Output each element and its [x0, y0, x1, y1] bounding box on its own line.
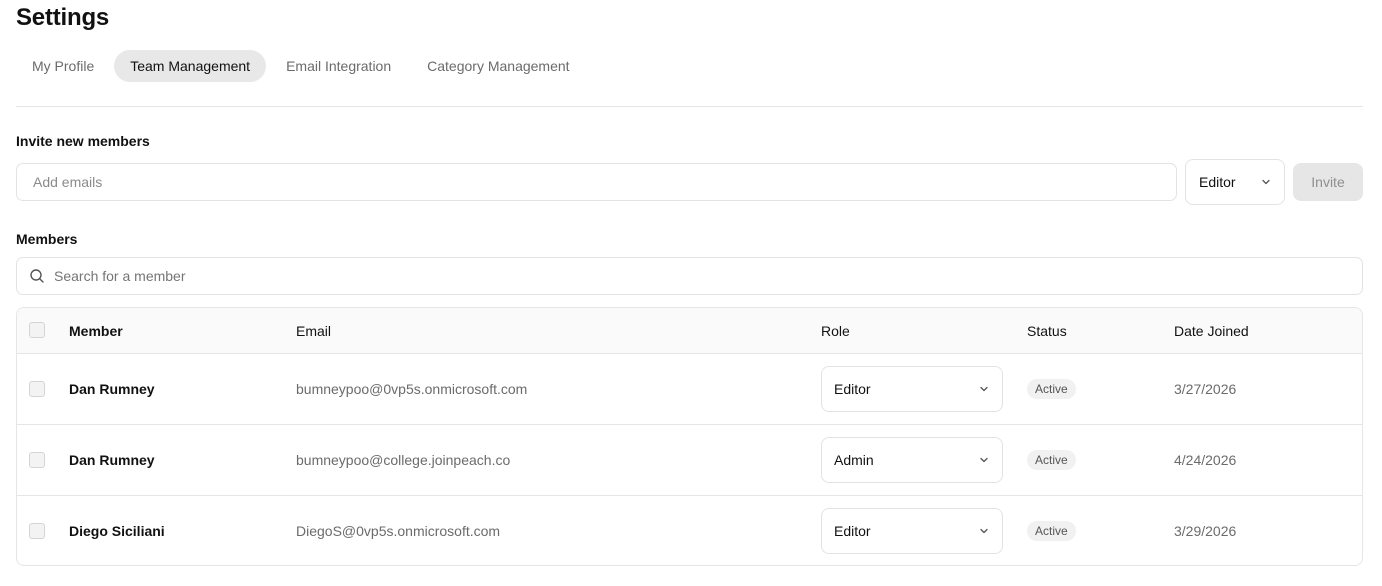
table-row: Dan Rumney bumneypoo@0vp5s.onmicrosoft.c… [17, 354, 1362, 425]
column-header-email[interactable]: Email [296, 308, 331, 353]
tab-team-management[interactable]: Team Management [114, 50, 267, 82]
settings-tabs: My Profile Team Management Email Integra… [16, 50, 586, 82]
tab-my-profile[interactable]: My Profile [16, 50, 110, 82]
status-badge: Active [1027, 379, 1076, 399]
column-header-member[interactable]: Member [69, 308, 123, 353]
member-role-cell: Editor [821, 496, 1003, 565]
search-icon [29, 268, 45, 284]
table-row: Diego Siciliani DiegoS@0vp5s.onmicrosoft… [17, 496, 1362, 565]
chevron-down-icon [1260, 176, 1272, 188]
table-row: Dan Rumney bumneypoo@college.joinpeach.c… [17, 425, 1362, 496]
member-role-select[interactable]: Admin [821, 437, 1003, 483]
member-role-value: Editor [834, 523, 871, 539]
table-header: Member Email Role Status Date Joined [17, 308, 1362, 354]
status-badge: Active [1027, 521, 1076, 541]
row-checkbox[interactable] [29, 452, 45, 468]
tabs-divider [16, 106, 1363, 107]
tab-email-integration[interactable]: Email Integration [270, 50, 407, 82]
member-date-joined: 3/27/2026 [1174, 381, 1237, 397]
invite-button[interactable]: Invite [1293, 163, 1363, 201]
member-role-cell: Admin [821, 425, 1003, 495]
member-status-cell: Active [1027, 354, 1076, 424]
add-emails-input[interactable] [16, 163, 1177, 201]
column-header-status[interactable]: Status [1027, 308, 1067, 353]
invite-role-select[interactable]: Editor [1185, 159, 1285, 205]
member-role-value: Editor [834, 381, 871, 397]
member-email: bumneypoo@college.joinpeach.co [296, 452, 511, 468]
members-table: Member Email Role Status Date Joined Dan… [16, 307, 1363, 566]
row-checkbox[interactable] [29, 381, 45, 397]
member-search-box[interactable] [16, 257, 1363, 295]
members-section-label: Members [16, 231, 78, 247]
member-search-input[interactable] [54, 268, 1350, 284]
chevron-down-icon [978, 454, 990, 466]
status-badge: Active [1027, 450, 1076, 470]
invite-role-value: Editor [1199, 174, 1236, 190]
row-checkbox[interactable] [29, 523, 45, 539]
member-email: bumneypoo@0vp5s.onmicrosoft.com [296, 381, 528, 397]
member-role-select[interactable]: Editor [821, 508, 1003, 554]
page-title: Settings [16, 4, 110, 31]
select-all-checkbox[interactable] [29, 322, 45, 338]
member-status-cell: Active [1027, 425, 1076, 495]
chevron-down-icon [978, 525, 990, 537]
member-date-joined: 3/29/2026 [1174, 523, 1237, 539]
member-role-cell: Editor [821, 354, 1003, 424]
invite-section-label: Invite new members [16, 133, 150, 149]
member-name: Dan Rumney [69, 452, 155, 468]
member-email: DiegoS@0vp5s.onmicrosoft.com [296, 523, 501, 539]
tab-category-management[interactable]: Category Management [411, 50, 585, 82]
member-role-select[interactable]: Editor [821, 366, 1003, 412]
member-name: Diego Siciliani [69, 523, 165, 539]
member-role-value: Admin [834, 452, 874, 468]
column-header-role[interactable]: Role [821, 308, 850, 353]
member-name: Dan Rumney [69, 381, 155, 397]
member-date-joined: 4/24/2026 [1174, 452, 1237, 468]
column-header-date-joined[interactable]: Date Joined [1174, 308, 1249, 353]
settings-page: Settings My Profile Team Management Emai… [0, 0, 1382, 586]
chevron-down-icon [978, 383, 990, 395]
member-status-cell: Active [1027, 496, 1076, 565]
